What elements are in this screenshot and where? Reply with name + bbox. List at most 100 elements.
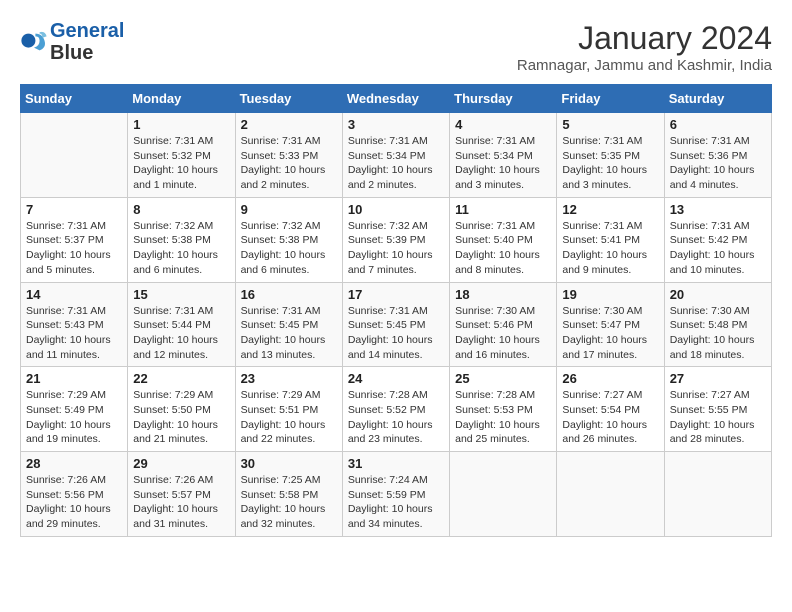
day-number: 1	[133, 117, 229, 132]
day-number: 31	[348, 456, 444, 471]
day-number: 21	[26, 371, 122, 386]
day-info: Sunrise: 7:31 AMSunset: 5:42 PMDaylight:…	[670, 219, 766, 278]
day-info: Sunrise: 7:28 AMSunset: 5:53 PMDaylight:…	[455, 388, 551, 447]
day-info: Sunrise: 7:31 AMSunset: 5:43 PMDaylight:…	[26, 304, 122, 363]
day-info: Sunrise: 7:29 AMSunset: 5:49 PMDaylight:…	[26, 388, 122, 447]
calendar-cell	[450, 452, 557, 537]
calendar-cell: 29 Sunrise: 7:26 AMSunset: 5:57 PMDayligh…	[128, 452, 235, 537]
day-number: 25	[455, 371, 551, 386]
day-number: 19	[562, 287, 658, 302]
day-info: Sunrise: 7:26 AMSunset: 5:56 PMDaylight:…	[26, 473, 122, 532]
calendar-week-row: 28 Sunrise: 7:26 AMSunset: 5:56 PMDayligh…	[21, 452, 772, 537]
day-info: Sunrise: 7:25 AMSunset: 5:58 PMDaylight:…	[241, 473, 337, 532]
month-title: January 2024	[517, 20, 772, 57]
calendar-cell: 15Sunrise: 7:31 AMSunset: 5:44 PMDayligh…	[128, 282, 235, 367]
calendar-cell: 14Sunrise: 7:31 AMSunset: 5:43 PMDayligh…	[21, 282, 128, 367]
day-number: 11	[455, 202, 551, 217]
day-info: Sunrise: 7:24 AMSunset: 5:59 PMDaylight:…	[348, 473, 444, 532]
day-info: Sunrise: 7:27 AMSunset: 5:54 PMDaylight:…	[562, 388, 658, 447]
column-header-wednesday: Wednesday	[342, 85, 449, 113]
calendar-cell: 13 Sunrise: 7:31 AMSunset: 5:42 PMDayligh…	[664, 197, 771, 282]
day-info: Sunrise: 7:29 AMSunset: 5:50 PMDaylight:…	[133, 388, 229, 447]
day-info: Sunrise: 7:28 AMSunset: 5:52 PMDaylight:…	[348, 388, 444, 447]
calendar-week-row: 1Sunrise: 7:31 AMSunset: 5:32 PMDaylight…	[21, 113, 772, 198]
calendar-cell: 21 Sunrise: 7:29 AMSunset: 5:49 PMDayligh…	[21, 367, 128, 452]
day-info: Sunrise: 7:31 AMSunset: 5:41 PMDaylight:…	[562, 219, 658, 278]
logo-icon	[20, 28, 48, 56]
day-number: 23	[241, 371, 337, 386]
calendar-week-row: 7 Sunrise: 7:31 AMSunset: 5:37 PMDaylight…	[21, 197, 772, 282]
column-header-friday: Friday	[557, 85, 664, 113]
calendar-cell: 31 Sunrise: 7:24 AMSunset: 5:59 PMDayligh…	[342, 452, 449, 537]
logo: General Blue	[20, 20, 124, 64]
day-info: Sunrise: 7:31 AMSunset: 5:45 PMDaylight:…	[348, 304, 444, 363]
day-info: Sunrise: 7:26 AMSunset: 5:57 PMDaylight:…	[133, 473, 229, 532]
day-info: Sunrise: 7:30 AMSunset: 5:46 PMDaylight:…	[455, 304, 551, 363]
calendar-cell: 17 Sunrise: 7:31 AMSunset: 5:45 PMDayligh…	[342, 282, 449, 367]
day-number: 2	[241, 117, 337, 132]
calendar-cell: 27Sunrise: 7:27 AMSunset: 5:55 PMDayligh…	[664, 367, 771, 452]
day-info: Sunrise: 7:30 AMSunset: 5:47 PMDaylight:…	[562, 304, 658, 363]
page-header: General Blue January 2024 Ramnagar, Jamm…	[20, 20, 772, 74]
day-number: 28	[26, 456, 122, 471]
day-number: 17	[348, 287, 444, 302]
calendar-cell: 12 Sunrise: 7:31 AMSunset: 5:41 PMDayligh…	[557, 197, 664, 282]
day-info: Sunrise: 7:29 AMSunset: 5:51 PMDaylight:…	[241, 388, 337, 447]
day-number: 9	[241, 202, 337, 217]
day-number: 22	[133, 371, 229, 386]
day-info: Sunrise: 7:30 AMSunset: 5:48 PMDaylight:…	[670, 304, 766, 363]
calendar-cell: 30Sunrise: 7:25 AMSunset: 5:58 PMDayligh…	[235, 452, 342, 537]
day-info: Sunrise: 7:31 AMSunset: 5:35 PMDaylight:…	[562, 134, 658, 193]
day-number: 3	[348, 117, 444, 132]
day-number: 29	[133, 456, 229, 471]
day-info: Sunrise: 7:32 AMSunset: 5:39 PMDaylight:…	[348, 219, 444, 278]
calendar-body: 1Sunrise: 7:31 AMSunset: 5:32 PMDaylight…	[21, 113, 772, 537]
day-number: 15	[133, 287, 229, 302]
location-subtitle: Ramnagar, Jammu and Kashmir, India	[517, 57, 772, 74]
calendar-cell	[21, 113, 128, 198]
calendar-cell: 3 Sunrise: 7:31 AMSunset: 5:34 PMDaylight…	[342, 113, 449, 198]
calendar-cell: 9 Sunrise: 7:32 AMSunset: 5:38 PMDaylight…	[235, 197, 342, 282]
calendar-cell	[664, 452, 771, 537]
calendar-cell: 6 Sunrise: 7:31 AMSunset: 5:36 PMDaylight…	[664, 113, 771, 198]
column-header-tuesday: Tuesday	[235, 85, 342, 113]
calendar-cell: 23 Sunrise: 7:29 AMSunset: 5:51 PMDayligh…	[235, 367, 342, 452]
calendar-table: SundayMondayTuesdayWednesdayThursdayFrid…	[20, 84, 772, 537]
day-number: 10	[348, 202, 444, 217]
day-number: 12	[562, 202, 658, 217]
calendar-cell	[557, 452, 664, 537]
day-number: 20	[670, 287, 766, 302]
calendar-cell: 4 Sunrise: 7:31 AMSunset: 5:34 PMDaylight…	[450, 113, 557, 198]
calendar-header-row: SundayMondayTuesdayWednesdayThursdayFrid…	[21, 85, 772, 113]
day-info: Sunrise: 7:32 AMSunset: 5:38 PMDaylight:…	[241, 219, 337, 278]
logo-text: General Blue	[50, 20, 124, 64]
day-info: Sunrise: 7:31 AMSunset: 5:37 PMDaylight:…	[26, 219, 122, 278]
calendar-cell: 10 Sunrise: 7:32 AMSunset: 5:39 PMDayligh…	[342, 197, 449, 282]
calendar-cell: 8Sunrise: 7:32 AMSunset: 5:38 PMDaylight…	[128, 197, 235, 282]
column-header-sunday: Sunday	[21, 85, 128, 113]
column-header-saturday: Saturday	[664, 85, 771, 113]
calendar-cell: 7 Sunrise: 7:31 AMSunset: 5:37 PMDaylight…	[21, 197, 128, 282]
calendar-cell: 11 Sunrise: 7:31 AMSunset: 5:40 PMDayligh…	[450, 197, 557, 282]
day-info: Sunrise: 7:31 AMSunset: 5:36 PMDaylight:…	[670, 134, 766, 193]
day-number: 7	[26, 202, 122, 217]
calendar-cell: 24 Sunrise: 7:28 AMSunset: 5:52 PMDayligh…	[342, 367, 449, 452]
day-info: Sunrise: 7:31 AMSunset: 5:40 PMDaylight:…	[455, 219, 551, 278]
day-number: 16	[241, 287, 337, 302]
day-number: 4	[455, 117, 551, 132]
day-number: 24	[348, 371, 444, 386]
day-info: Sunrise: 7:31 AMSunset: 5:34 PMDaylight:…	[455, 134, 551, 193]
calendar-cell: 22 Sunrise: 7:29 AMSunset: 5:50 PMDayligh…	[128, 367, 235, 452]
column-header-monday: Monday	[128, 85, 235, 113]
day-number: 13	[670, 202, 766, 217]
day-info: Sunrise: 7:31 AMSunset: 5:34 PMDaylight:…	[348, 134, 444, 193]
calendar-cell: 19 Sunrise: 7:30 AMSunset: 5:47 PMDayligh…	[557, 282, 664, 367]
day-number: 8	[133, 202, 229, 217]
calendar-cell: 25 Sunrise: 7:28 AMSunset: 5:53 PMDayligh…	[450, 367, 557, 452]
calendar-cell: 26Sunrise: 7:27 AMSunset: 5:54 PMDayligh…	[557, 367, 664, 452]
day-number: 6	[670, 117, 766, 132]
column-header-thursday: Thursday	[450, 85, 557, 113]
day-info: Sunrise: 7:31 AMSunset: 5:33 PMDaylight:…	[241, 134, 337, 193]
calendar-cell: 20 Sunrise: 7:30 AMSunset: 5:48 PMDayligh…	[664, 282, 771, 367]
calendar-cell: 2 Sunrise: 7:31 AMSunset: 5:33 PMDaylight…	[235, 113, 342, 198]
